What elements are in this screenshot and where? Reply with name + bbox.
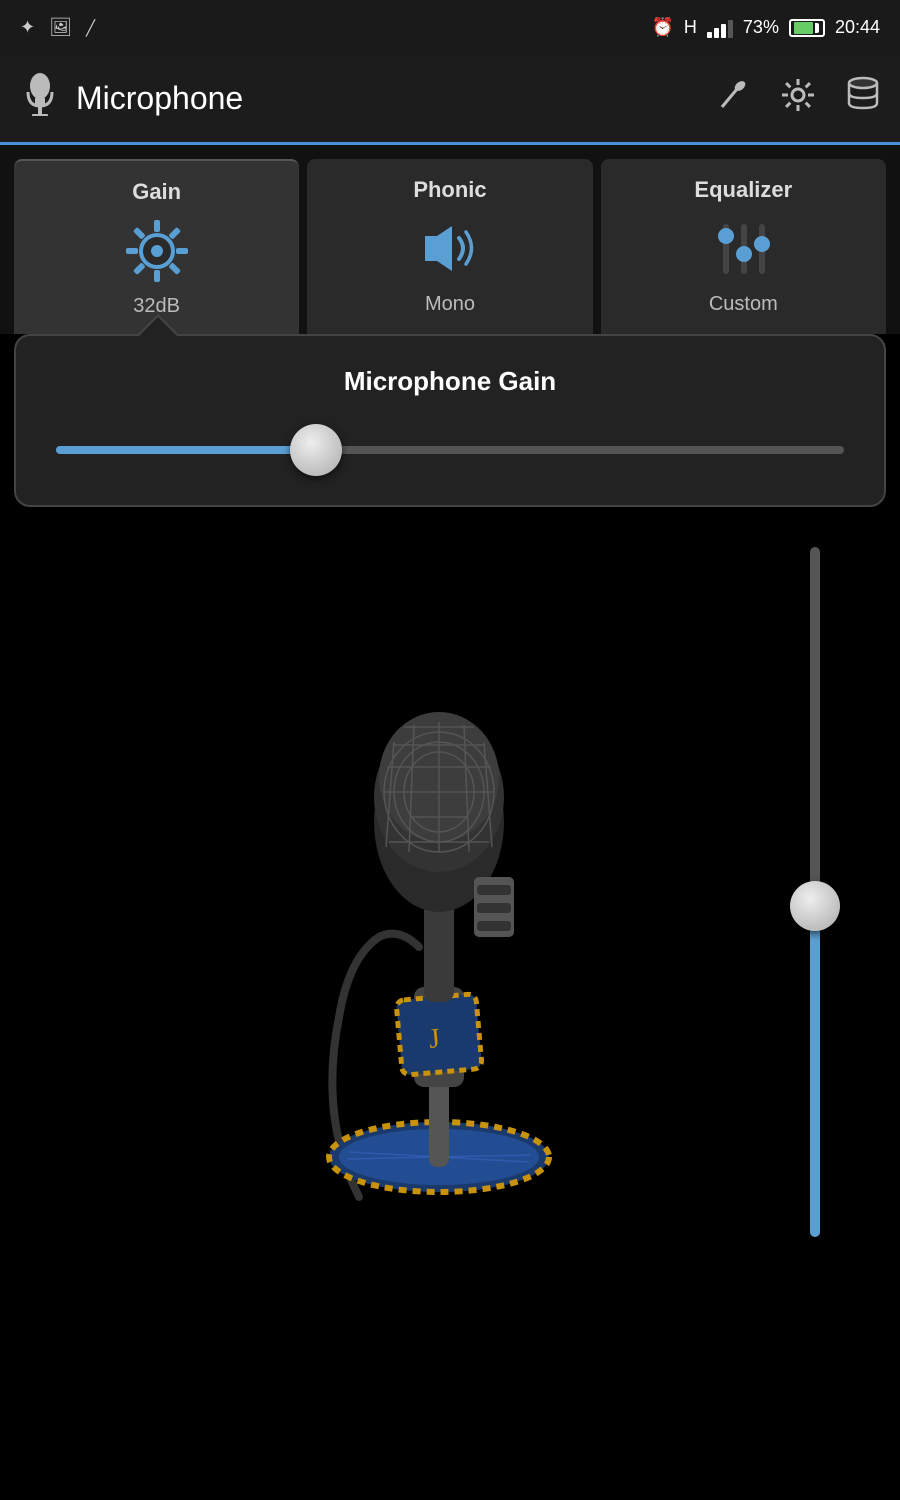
microphone-illustration: J [219,637,639,1217]
battery-percent: 73% [743,17,779,38]
image-icon: 🖼 [49,17,72,38]
signal-bars [707,18,733,38]
tab-equalizer[interactable]: Equalizer Custom [601,159,886,334]
gain-slider-thumb[interactable] [290,424,342,476]
flash-icon: ╱ [86,19,95,37]
tab-equalizer-value: Custom [709,293,778,316]
tab-phonic-label: Phonic [413,177,486,203]
vertical-slider-container[interactable] [790,547,840,1237]
vertical-slider-track [810,547,820,1237]
clock-icon: ⏰ [652,17,674,38]
app-title: Microphone [76,80,243,117]
app-mic-icon [20,72,60,125]
tab-phonic[interactable]: Phonic Mono [307,159,592,334]
gain-panel: Microphone Gain [14,334,886,507]
gain-icon [124,218,189,283]
tabs-row: Gain 32dB Phonic [0,145,900,334]
vertical-slider-fill [810,927,820,1238]
battery-icon [789,19,825,37]
tab-gain-icon-area [122,215,192,285]
mic-action-icon[interactable] [718,79,750,119]
vertical-slider-thumb[interactable] [790,881,840,931]
tab-equalizer-label: Equalizer [694,177,792,203]
settings-icon[interactable] [780,77,816,121]
gain-panel-title: Microphone Gain [56,366,844,397]
gain-slider-container[interactable] [56,425,844,475]
tab-phonic-icon-area [415,213,485,283]
tab-gain-label: Gain [132,179,181,205]
app-bar: Microphone [0,55,900,145]
camera-icon: ✦ [20,17,35,38]
tab-equalizer-icon-area [708,213,778,283]
equalizer-icon [711,216,776,281]
time-display: 20:44 [835,17,880,38]
tab-gain[interactable]: Gain 32dB [14,159,299,334]
tab-phonic-value: Mono [425,293,475,316]
status-bar: ✦ 🖼 ╱ ⏰ H 73% 20:44 [0,0,900,55]
gain-slider-track [56,446,844,454]
signal-label: H [684,17,697,38]
database-icon[interactable] [846,76,880,122]
main-content: J [0,507,900,1277]
mic-svg: J [219,637,639,1217]
phonic-icon [417,216,482,281]
